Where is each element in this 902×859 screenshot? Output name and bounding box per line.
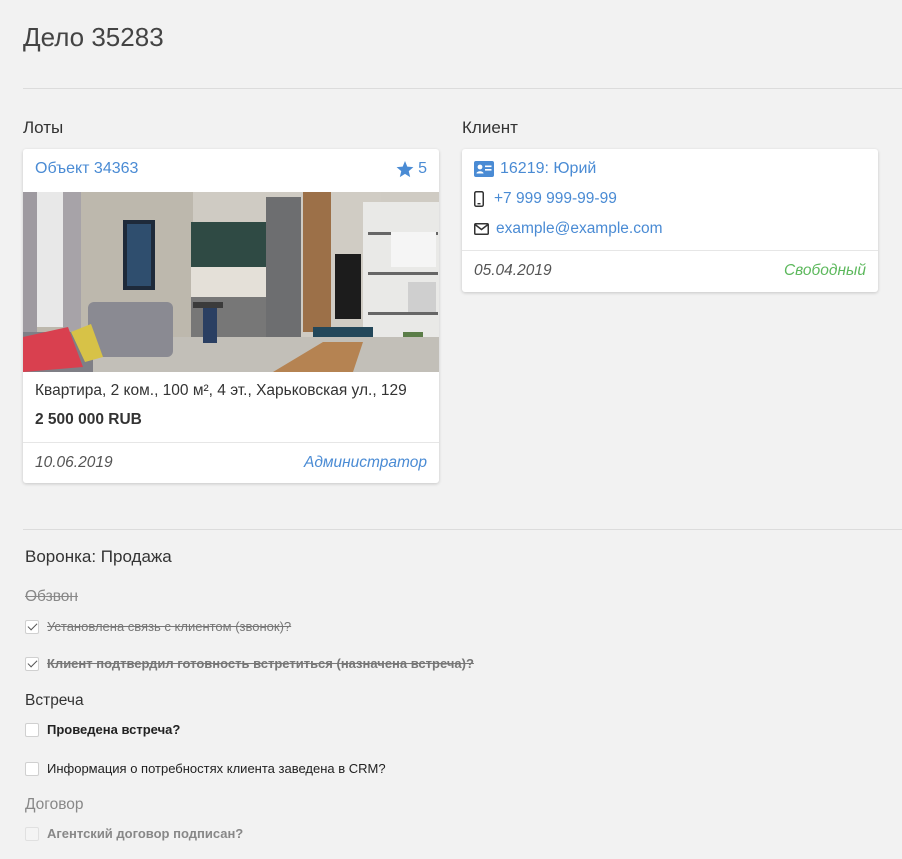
checkbox [25, 826, 39, 841]
client-phone[interactable]: +7 999 999-99-99 [494, 190, 617, 208]
stage-meeting: Встреча [25, 692, 84, 709]
lot-owner-link[interactable]: Администратор [304, 454, 427, 472]
page-title: Дело 35283 [23, 22, 164, 52]
funnel-title: Воронка: Продажа [25, 547, 172, 566]
stage-contract: Договор [25, 796, 84, 813]
lot-card: Объект 34363 5 Квартира, 2 ком., 100 м²,… [23, 149, 439, 483]
client-section-label: Клиент [462, 118, 518, 137]
client-email-row[interactable]: example@example.com [474, 220, 663, 238]
checkbox[interactable] [25, 761, 39, 776]
task-meeting-scheduled[interactable]: Клиент подтвердил готовность встретиться… [25, 656, 474, 671]
lot-price: 2 500 000 RUB [35, 411, 142, 428]
checkbox[interactable] [25, 619, 39, 634]
lot-photo[interactable] [23, 192, 439, 372]
task-label: Проведена встреча? [47, 722, 181, 737]
client-status: Свободный [783, 262, 866, 279]
lot-card-header: Объект 34363 5 [35, 160, 427, 180]
task-needs-in-crm[interactable]: Информация о потребностях клиента заведе… [25, 761, 386, 776]
client-name-row[interactable]: 16219: Юрий [474, 160, 596, 178]
task-meeting-held[interactable]: Проведена встреча? [25, 722, 180, 737]
task-label: Информация о потребностях клиента заведе… [47, 761, 386, 776]
client-date: 05.04.2019 [474, 262, 552, 279]
lot-date: 10.06.2019 [35, 454, 113, 471]
header-divider [23, 88, 902, 89]
client-name[interactable]: 16219: Юрий [500, 160, 596, 178]
client-phone-row[interactable]: +7 999 999-99-99 [474, 190, 617, 208]
task-label: Установлена связь с клиентом (звонок)? [47, 619, 292, 634]
lots-section-label: Лоты [23, 118, 64, 137]
star-icon [396, 160, 414, 177]
client-email[interactable]: example@example.com [496, 220, 663, 238]
mobile-phone-icon [474, 190, 488, 208]
funnel-divider [23, 529, 902, 530]
stage-calling: Обзвон [25, 588, 78, 605]
task-contact-established[interactable]: Установлена связь с клиентом (звонок)? [25, 619, 291, 634]
envelope-icon [474, 220, 490, 238]
lot-title-link[interactable]: Объект 34363 [35, 160, 138, 177]
lot-description: Квартира, 2 ком., 100 м², 4 эт., Харьков… [35, 382, 407, 399]
task-agency-contract-signed: Агентский договор подписан? [25, 826, 243, 841]
lot-rating-count: 5 [418, 160, 427, 177]
task-label: Агентский договор подписан? [47, 826, 244, 841]
client-card: 16219: Юрий +7 999 999-99-99 example@exa… [462, 149, 878, 292]
lot-card-divider [23, 442, 439, 443]
id-card-icon [474, 160, 494, 178]
lot-rating[interactable]: 5 [396, 160, 427, 178]
client-card-divider [462, 250, 878, 251]
checkbox[interactable] [25, 656, 39, 671]
checkbox[interactable] [25, 722, 39, 737]
task-label: Клиент подтвердил готовность встретиться… [47, 656, 474, 671]
